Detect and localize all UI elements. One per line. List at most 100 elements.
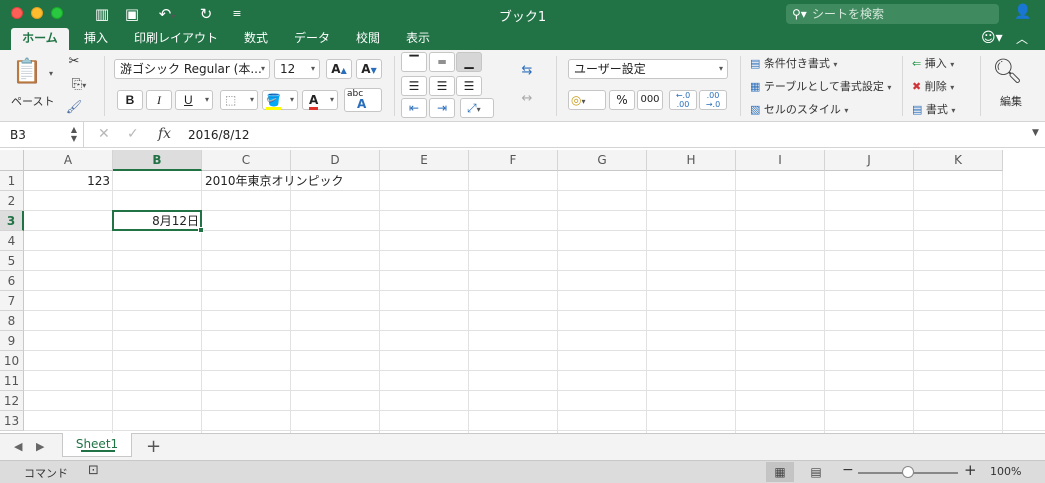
sheet-tab-sheet1[interactable]: Sheet1 [62,433,132,457]
tab-page-layout[interactable]: 印刷レイアウト [126,28,226,50]
paste-dropdown-icon[interactable]: ▾ [46,64,56,83]
fill-color-button[interactable]: 🪣 ▾ [262,90,298,110]
zoom-out-button[interactable]: − [842,462,854,478]
align-bottom-button[interactable]: ▁ [456,52,482,72]
decrease-decimal-button[interactable]: .00 →.0 [699,90,727,110]
column-header-k[interactable]: K [914,150,1003,171]
font-color-button[interactable]: A ▾ [302,90,338,110]
feedback-smiley-icon[interactable]: ☺▾ [981,30,1003,46]
align-middle-button[interactable]: ═ [429,52,455,72]
next-sheet-icon[interactable]: ▶ [36,440,44,453]
select-all-corner[interactable] [0,150,24,171]
align-top-button[interactable]: ▔ [401,52,427,72]
fill-handle[interactable] [198,227,204,233]
tab-data[interactable]: データ [286,28,338,50]
column-header-c[interactable]: C [202,150,291,171]
phonetic-button[interactable]: abc A [344,88,382,112]
row-header-2[interactable]: 2 [0,191,24,211]
tab-view[interactable]: 表示 [398,28,438,50]
increase-decimal-button[interactable]: ←.0.00 [669,90,697,110]
row-header-5[interactable]: 5 [0,251,24,271]
column-header-b[interactable]: B [113,150,202,171]
orientation-button[interactable]: ⤢▾ [460,98,494,118]
column-header-a[interactable]: A [24,150,113,171]
bold-button[interactable]: B [117,90,143,110]
paste-label[interactable]: ペースト [11,93,54,109]
decrease-font-size-button[interactable]: A▼ [356,59,382,79]
tab-home[interactable]: ホーム [11,28,69,50]
zoom-slider-thumb[interactable] [902,466,914,478]
name-box-spinner-icon[interactable]: ▲ ▼ [71,125,77,143]
row-header-9[interactable]: 9 [0,331,24,351]
align-center-button[interactable]: ☰ [429,76,455,96]
font-name-select[interactable]: 游ゴシック Regular (本... ▾ [114,59,270,79]
comma-style-button[interactable]: 000 [637,90,663,110]
column-header-h[interactable]: H [647,150,736,171]
decrease-indent-button[interactable]: ⇤ [401,98,427,118]
name-box[interactable]: B3 ▲ ▼ [0,122,84,148]
font-size-select[interactable]: 12 ▾ [274,59,320,79]
paste-icon[interactable]: 📋 [12,56,42,86]
row-header-10[interactable]: 10 [0,351,24,371]
tab-review[interactable]: 校閲 [348,28,388,50]
number-format-select[interactable]: ユーザー設定 ▾ [568,59,728,79]
sheet-search-input[interactable]: ⚲▾ シートを検索 [786,4,999,24]
cancel-edit-icon[interactable]: ✕ [98,126,110,142]
column-header-i[interactable]: I [736,150,825,171]
share-user-icon[interactable]: 👤 [1014,4,1031,20]
expand-formula-bar-icon[interactable]: ▼ [1032,128,1039,138]
increase-font-size-button[interactable]: A▲ [326,59,352,79]
format-painter-icon[interactable]: 🖌 [64,99,84,117]
copy-icon[interactable]: ⎘▾ [64,76,94,95]
cut-icon[interactable]: ✂ [64,53,84,71]
row-header-8[interactable]: 8 [0,311,24,331]
zoom-in-button[interactable]: + [964,461,977,479]
add-sheet-button[interactable]: + [146,436,161,457]
spreadsheet-grid[interactable]: ABCDEFGHIJK 1 2 3 4 5 6 7 8 9 10 11 12 13 123 2010年東京… [0,150,1045,433]
page-layout-view-button[interactable]: ▤ [802,462,830,482]
wrap-text-icon[interactable]: ⇆ [514,62,540,80]
row-header-1[interactable]: 1 [0,171,24,191]
column-header-d[interactable]: D [291,150,380,171]
cell-styles-button[interactable]: ▧ セルのスタイル ▾ [750,101,900,117]
percent-style-button[interactable]: % [609,90,635,110]
insert-cells-button[interactable]: ⇐ 挿入 ▾ [912,55,972,71]
delete-cells-button[interactable]: ✖ 削除 ▾ [912,78,972,94]
normal-view-button[interactable]: ▦ [766,462,794,482]
align-right-button[interactable]: ☰ [456,76,482,96]
increase-indent-button[interactable]: ⇥ [429,98,455,118]
column-header-g[interactable]: G [558,150,647,171]
formula-input[interactable]: 2016/8/12 [188,128,250,142]
zoom-level[interactable]: 100% [990,465,1021,478]
underline-button[interactable]: U ▾ [175,90,213,110]
accounting-format-button[interactable]: ◎▾ [568,90,606,110]
tab-formulas[interactable]: 数式 [236,28,276,50]
edit-label[interactable]: 編集 [1000,93,1022,109]
find-select-icon[interactable]: 🔍︎ [992,56,1022,86]
format-as-table-button[interactable]: ▦ テーブルとして書式設定 ▾ [750,78,900,94]
align-left-button[interactable]: ☰ [401,76,427,96]
column-header-f[interactable]: F [469,150,558,171]
column-header-e[interactable]: E [380,150,469,171]
merge-center-icon[interactable]: ↔ [514,90,540,108]
confirm-edit-icon[interactable]: ✓ [127,126,139,142]
prev-sheet-icon[interactable]: ◀ [14,440,22,453]
macro-record-icon[interactable]: ⊡ [88,463,99,478]
insert-function-button[interactable]: fx [158,126,171,142]
cell-a1[interactable]: 123 [24,171,113,191]
format-cells-button[interactable]: ▤ 書式 ▾ [912,101,972,117]
column-header-j[interactable]: J [825,150,914,171]
conditional-format-button[interactable]: ▤ 条件付き書式 ▾ [750,55,900,71]
collapse-ribbon-icon[interactable]: ︿ [1016,30,1028,47]
tab-insert[interactable]: 挿入 [76,28,116,50]
cell-c1[interactable]: 2010年東京オリンピック [202,171,347,191]
row-header-11[interactable]: 11 [0,371,24,391]
row-header-7[interactable]: 7 [0,291,24,311]
borders-button[interactable]: ⬚ ▾ [220,90,258,110]
italic-button[interactable]: I [146,90,172,110]
row-header-13[interactable]: 13 [0,411,24,431]
row-header-4[interactable]: 4 [0,231,24,251]
row-header-6[interactable]: 6 [0,271,24,291]
row-header-12[interactable]: 12 [0,391,24,411]
row-header-3[interactable]: 3 [0,211,24,231]
